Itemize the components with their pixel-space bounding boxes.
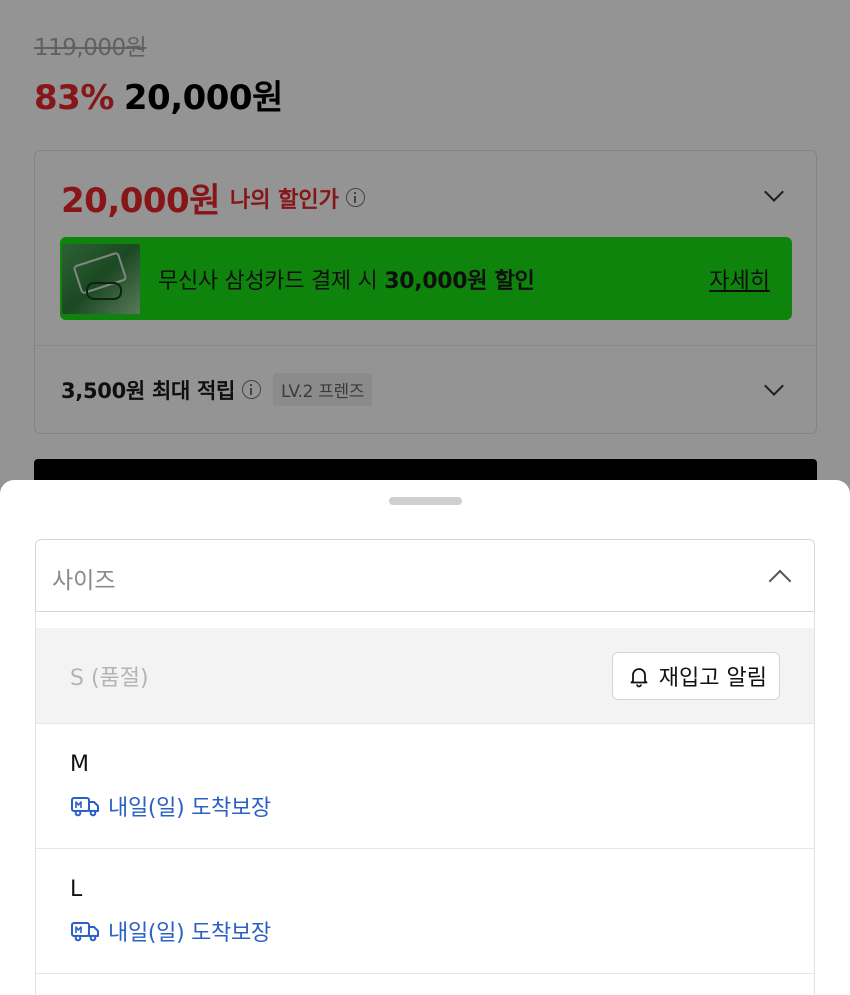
size-select[interactable]: 사이즈 bbox=[35, 539, 815, 612]
delivery-text: 내일(일) 도착보장 bbox=[108, 921, 271, 946]
chevron-up-icon bbox=[768, 569, 792, 593]
size-option-l[interactable]: L 내일(일) 도착보장 bbox=[36, 849, 814, 974]
option-name: L bbox=[70, 877, 83, 902]
delivery-truck-icon bbox=[71, 797, 99, 817]
delivery-guarantee: 내일(일) 도착보장 bbox=[70, 790, 271, 822]
restock-alert-label: 재입고 알림 bbox=[658, 666, 767, 691]
restock-alert-button[interactable]: 재입고 알림 bbox=[611, 652, 780, 700]
bell-icon bbox=[630, 668, 648, 688]
delivery-truck-icon bbox=[71, 922, 99, 942]
sheet-drag-handle[interactable] bbox=[389, 497, 462, 505]
delivery-text: 내일(일) 도착보장 bbox=[108, 796, 271, 821]
size-option-list: S (품절) 재입고 알림 M 내일(일) 도착보장 L 내일(일) 도착보장 bbox=[35, 612, 815, 995]
option-name: S (품절) bbox=[70, 666, 149, 691]
size-select-label: 사이즈 bbox=[52, 568, 116, 594]
option-name: M bbox=[70, 752, 89, 777]
size-option-s: S (품절) 재입고 알림 bbox=[36, 628, 814, 724]
option-bottom-sheet: 사이즈 S (품절) 재입고 알림 M 내일(일) 도착보장 L 내일(일) 도… bbox=[0, 480, 850, 995]
delivery-guarantee: 내일(일) 도착보장 bbox=[70, 915, 271, 947]
size-option-m[interactable]: M 내일(일) 도착보장 bbox=[36, 724, 814, 849]
